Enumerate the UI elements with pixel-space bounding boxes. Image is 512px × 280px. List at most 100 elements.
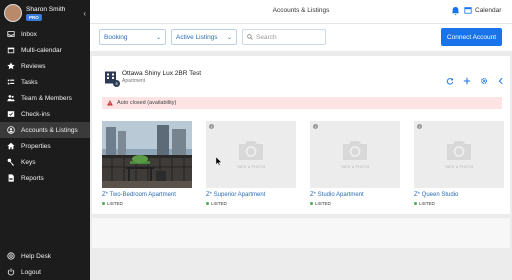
unit-card[interactable]: Z* Two-Bedroom Apartment LISTED <box>102 121 192 206</box>
listing-header: 4 Ottawa Shiny Lux 2BR Test Apartment <box>104 70 202 87</box>
calendar-link[interactable]: Calendar <box>464 6 501 14</box>
listing-type: Apartment <box>122 78 146 84</box>
sidebar-item-team-members[interactable]: Team & Members <box>0 90 90 106</box>
main-content: 4 Ottawa Shiny Lux 2BR Test Apartment Au… <box>90 51 512 280</box>
sidebar-item-label: Multi-calendar <box>21 46 62 54</box>
status-dot <box>310 202 313 205</box>
search-icon <box>247 34 253 40</box>
camera-icon <box>239 141 263 160</box>
sidebar-item-inbox[interactable]: Inbox <box>0 26 90 42</box>
status-badge: LISTED <box>102 201 192 206</box>
apartment-photo <box>102 121 192 188</box>
info-icon[interactable]: i <box>209 124 214 129</box>
sidebar-item-accounts-listings[interactable]: Accounts & Listings <box>0 122 90 138</box>
sidebar-item-multi-calendar[interactable]: Multi-calendar <box>0 42 90 58</box>
sidebar-item-reports[interactable]: Reports <box>0 170 90 186</box>
avatar[interactable] <box>4 4 22 22</box>
unit-card[interactable]: i TAKE A PHOTO Z* Studio Apartment LISTE… <box>310 121 400 206</box>
sidebar-item-check-ins[interactable]: Check-ins <box>0 106 90 122</box>
search-input[interactable] <box>256 33 324 41</box>
status-badge: LISTED <box>414 201 504 206</box>
sidebar-item-label: Keys <box>21 158 36 166</box>
status-label: LISTED <box>419 201 435 206</box>
filter-bar: Booking ⌄ Active Listings ⌄ Connect Acco… <box>90 24 512 51</box>
listing-card: 4 Ottawa Shiny Lux 2BR Test Apartment Au… <box>92 56 510 214</box>
checkin-icon <box>7 110 15 118</box>
sidebar-item-keys[interactable]: Keys <box>0 154 90 170</box>
add-icon[interactable] <box>461 76 473 86</box>
gear-icon[interactable] <box>478 76 490 86</box>
status-label: LISTED <box>315 201 331 206</box>
user-name: Sharon Smith <box>26 5 66 13</box>
unit-name[interactable]: Z* Superior Apartment <box>206 192 296 198</box>
unit-name[interactable]: Z* Queen Studio <box>414 192 504 198</box>
sidebar-item-label: Accounts & Listings <box>21 126 78 134</box>
connect-account-button[interactable]: Connect Account <box>441 28 502 46</box>
status-dot <box>414 202 417 205</box>
camera-icon <box>343 141 367 160</box>
sidebar-item-help-desk[interactable]: Help Desk <box>0 248 90 264</box>
listing-name: Ottawa Shiny Lux 2BR Test <box>122 70 202 77</box>
sidebar-nav: Inbox Multi-calendar Reviews Tasks Team … <box>0 26 90 186</box>
status-dot <box>206 202 209 205</box>
bell-icon[interactable] <box>451 6 460 16</box>
sidebar-item-tasks[interactable]: Tasks <box>0 74 90 90</box>
inbox-icon <box>7 30 15 38</box>
sidebar: Sharon Smith PRO ‹ Inbox Multi-calendar … <box>0 0 90 280</box>
home-icon <box>7 142 15 150</box>
page-title: Accounts & Listings <box>272 7 330 14</box>
status-dot <box>102 202 105 205</box>
unit-name[interactable]: Z* Studio Apartment <box>310 192 400 198</box>
listing-status-value: Active Listings <box>176 33 218 41</box>
unit-photo[interactable] <box>102 121 192 188</box>
sidebar-item-properties[interactable]: Properties <box>0 138 90 154</box>
camera-icon <box>447 141 471 160</box>
alert-banner: Auto closed (availability) <box>102 97 502 109</box>
collapse-sidebar-icon[interactable]: ‹ <box>83 9 86 18</box>
status-badge: LISTED <box>310 201 400 206</box>
unit-card[interactable]: i TAKE A PHOTO Z* Queen Studio LISTED <box>414 121 504 206</box>
search-box <box>242 29 326 45</box>
sidebar-item-label: Reviews <box>21 62 46 70</box>
warning-icon <box>107 100 113 106</box>
sidebar-bottom: Help Desk Logout <box>0 248 90 280</box>
info-icon[interactable]: i <box>417 124 422 129</box>
sidebar-item-label: Properties <box>21 142 51 150</box>
status-badge: LISTED <box>206 201 296 206</box>
alert-text: Auto closed (availability) <box>117 100 177 106</box>
photo-placeholder[interactable]: i TAKE A PHOTO <box>206 121 296 188</box>
photo-placeholder[interactable]: i TAKE A PHOTO <box>310 121 400 188</box>
info-icon[interactable]: i <box>313 124 318 129</box>
listing-status-select[interactable]: Active Listings ⌄ <box>171 29 237 45</box>
calendar-icon <box>464 7 472 14</box>
photo-placeholder[interactable]: i TAKE A PHOTO <box>414 121 504 188</box>
sidebar-item-label: Reports <box>21 174 44 182</box>
pro-badge: PRO <box>26 13 42 21</box>
unit-name[interactable]: Z* Two-Bedroom Apartment <box>102 192 192 198</box>
accounts-icon <box>7 126 15 134</box>
sidebar-item-reviews[interactable]: Reviews <box>0 58 90 74</box>
refresh-icon[interactable] <box>444 76 456 86</box>
channel-select-value: Booking <box>104 33 128 41</box>
channel-select[interactable]: Booking ⌄ <box>99 29 166 45</box>
status-label: LISTED <box>211 201 227 206</box>
units-count-badge: 4 <box>113 79 120 87</box>
sidebar-item-label: Logout <box>21 268 41 276</box>
reports-icon <box>7 174 15 182</box>
chevron-down-icon: ⌄ <box>226 34 232 41</box>
sidebar-item-label: Inbox <box>21 30 37 38</box>
calendar-icon <box>7 46 15 54</box>
building-icon: 4 <box>104 71 120 87</box>
chevron-left-icon[interactable] <box>495 76 507 86</box>
calendar-label: Calendar <box>475 6 502 14</box>
chevron-down-icon: ⌄ <box>155 34 161 41</box>
status-label: LISTED <box>107 201 123 206</box>
mouse-cursor-icon <box>216 157 222 166</box>
sidebar-item-label: Tasks <box>21 78 38 86</box>
user-profile[interactable]: Sharon Smith PRO ‹ <box>0 0 90 26</box>
star-icon <box>7 62 15 70</box>
sidebar-item-logout[interactable]: Logout <box>0 264 90 280</box>
top-bar: Accounts & Listings Calendar <box>90 0 512 24</box>
placeholder-label: TAKE A PHOTO <box>340 165 370 169</box>
team-icon <box>7 94 15 102</box>
